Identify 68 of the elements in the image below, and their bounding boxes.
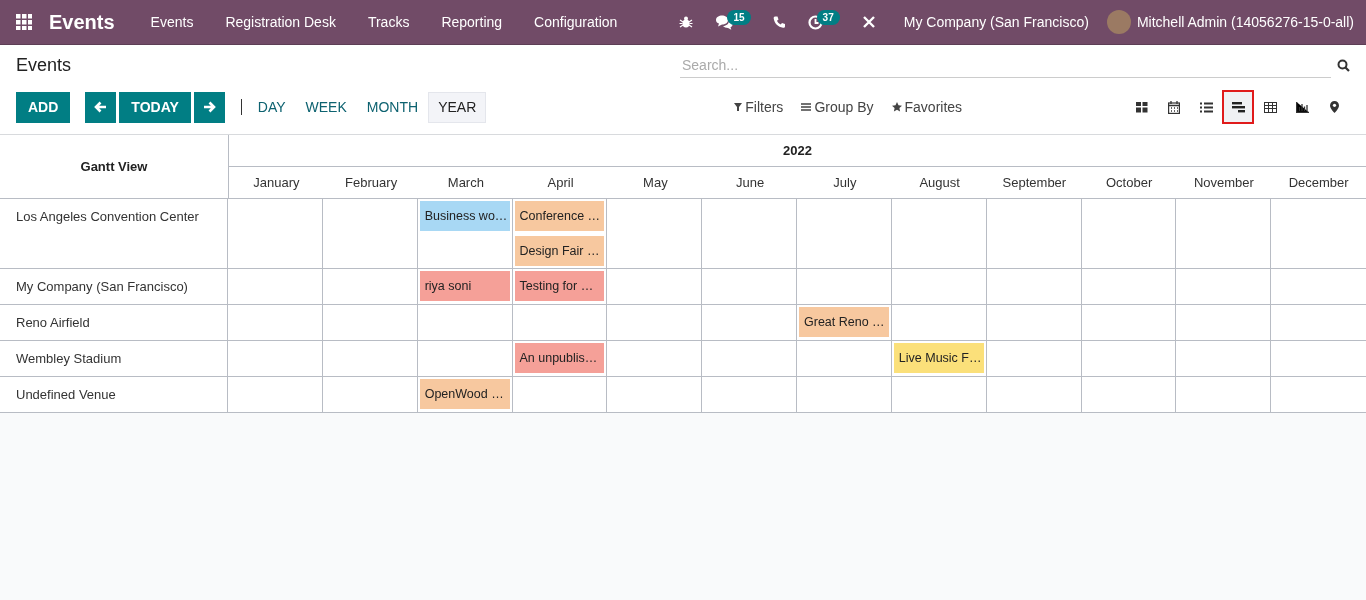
breadcrumb-title: Events <box>16 55 72 76</box>
event-pill[interactable]: Live Music F… <box>893 343 984 373</box>
lines-icon <box>801 103 812 111</box>
event-pill[interactable]: Great Reno … <box>799 307 889 337</box>
right-arrow-icon <box>202 101 216 113</box>
month-header: January <box>252 174 301 192</box>
user-menu[interactable]: Mitchell Admin (14056276-15-0-all) <box>1130 14 1354 30</box>
filter-menu-button[interactable]: Favorites <box>883 99 971 115</box>
scale-button[interactable]: MONTH <box>356 91 429 123</box>
event-pill[interactable]: Conference … <box>514 201 605 231</box>
scale-button[interactable]: YEAR <box>428 91 487 123</box>
month-header: November <box>1192 174 1255 192</box>
clock-icon[interactable] <box>807 14 823 30</box>
company-switcher[interactable]: My Company (San Francisco) <box>887 14 1107 30</box>
month-header: July <box>832 174 858 192</box>
month-header: April <box>546 174 575 192</box>
search-field[interactable]: Search... <box>680 53 1331 78</box>
row-header: Undefined Venue <box>0 377 228 412</box>
apps-menu-icon[interactable] <box>16 14 32 30</box>
search-icon[interactable] <box>1337 59 1350 72</box>
month-header: October <box>1105 174 1154 192</box>
scale-button[interactable]: DAY <box>247 91 296 123</box>
event-pill[interactable]: An unpublis… <box>514 343 605 373</box>
list-icon <box>1199 101 1213 113</box>
month-header: August <box>918 174 961 192</box>
event-pill[interactable]: Design Fair … <box>514 236 605 266</box>
menu-item[interactable]: Events <box>134 14 210 30</box>
month-header: February <box>344 174 399 192</box>
kanban-icon <box>1136 101 1148 113</box>
row-header: Wembley Stadium <box>0 341 228 376</box>
next-button[interactable] <box>193 91 225 123</box>
event-pill[interactable]: Testing for … <box>514 271 605 301</box>
menu-item[interactable]: Tracks <box>351 14 426 30</box>
activity-count-badge: 37 <box>816 9 840 25</box>
previous-button[interactable] <box>85 91 117 123</box>
month-header: March <box>446 174 485 192</box>
menu-item[interactable]: Configuration <box>518 14 634 30</box>
message-count-badge: 15 <box>727 9 751 25</box>
map-pin-icon <box>1329 101 1339 113</box>
star-icon <box>891 102 902 112</box>
scale-button[interactable]: WEEK <box>295 91 357 123</box>
event-pill[interactable]: OpenWood … <box>419 379 510 409</box>
menu-item[interactable]: Reporting <box>425 14 519 30</box>
row-header: My Company (San Francisco) <box>0 269 228 304</box>
bug-icon[interactable] <box>679 15 694 29</box>
month-header: June <box>735 174 766 192</box>
filter-menu-button[interactable]: Group By <box>793 99 882 115</box>
app-name[interactable]: Events <box>49 10 115 34</box>
gantt-title: Gantt View <box>0 135 229 198</box>
filter-menu-button[interactable]: Filters <box>726 99 792 115</box>
add-button[interactable]: ADD <box>16 91 71 123</box>
view-switch-button[interactable] <box>1222 90 1254 124</box>
today-button[interactable]: TODAY <box>119 91 191 123</box>
phone-icon[interactable] <box>772 15 786 29</box>
month-header: December <box>1287 174 1350 192</box>
left-arrow-icon <box>94 101 108 113</box>
funnel-icon <box>734 103 743 111</box>
row-header: Los Angeles Convention Center <box>0 199 228 268</box>
event-pill[interactable]: Business wo… <box>419 201 510 231</box>
menu-item[interactable]: Registration Desk <box>209 14 352 30</box>
calendar-icon <box>1168 100 1180 114</box>
year-header: 2022 <box>229 135 1366 167</box>
gantt-icon <box>1231 101 1245 113</box>
month-header: May <box>642 174 669 192</box>
event-pill[interactable]: riya soni <box>419 271 510 301</box>
row-header: Reno Airfield <box>0 305 228 340</box>
table-icon <box>1263 101 1277 113</box>
month-header: September <box>1001 174 1068 192</box>
